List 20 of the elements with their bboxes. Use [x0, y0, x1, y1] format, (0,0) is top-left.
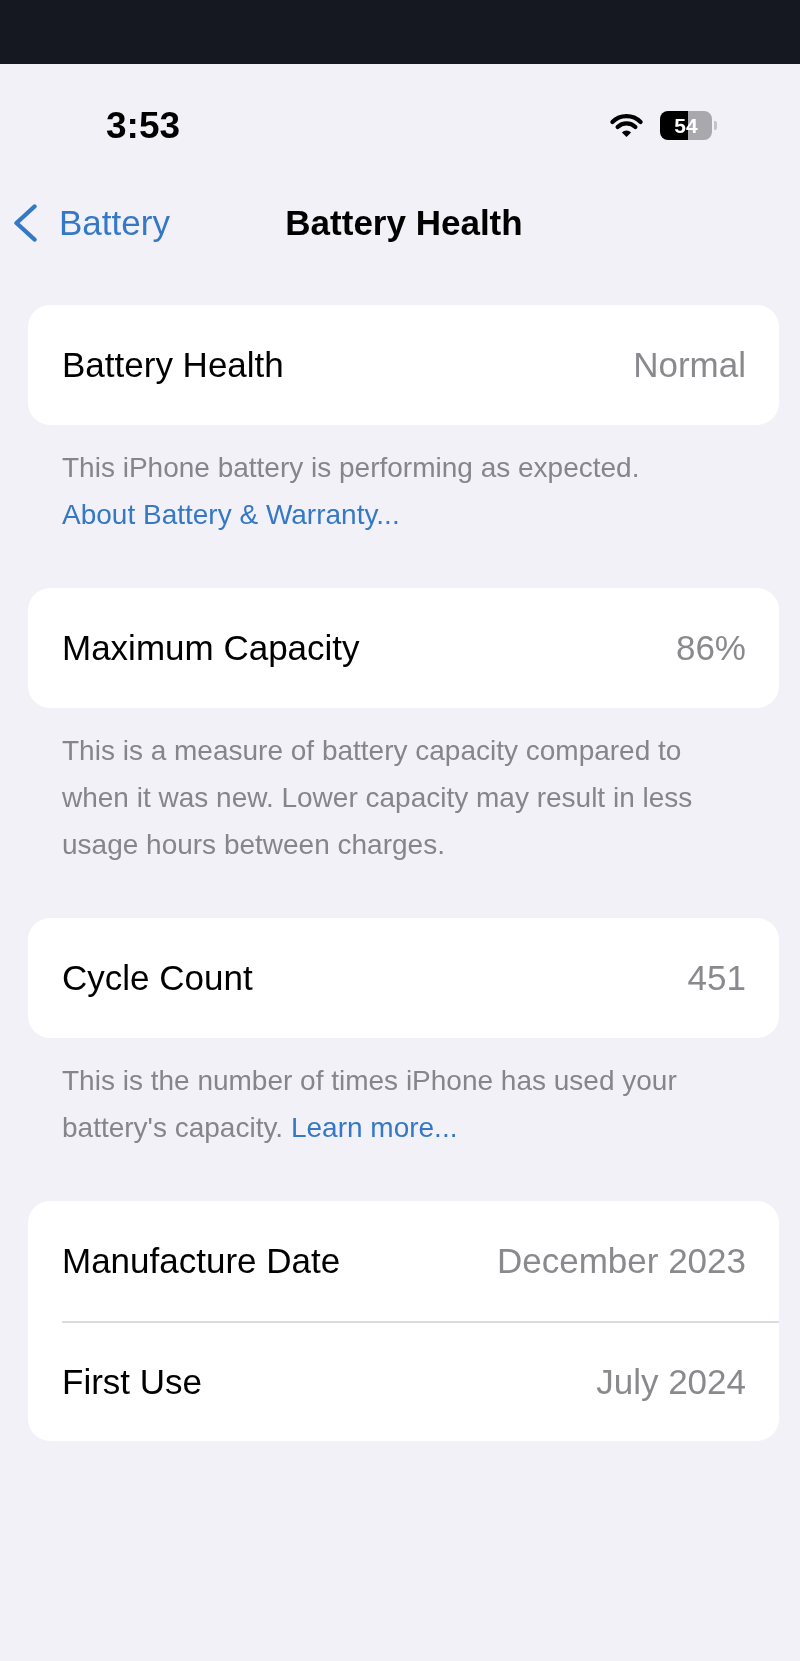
footer-note: This is the number of times iPhone has used your battery's capacity. Learn more... — [62, 1064, 678, 1145]
status-time: 3:53 — [106, 106, 181, 144]
back-button[interactable]: Battery — [0, 202, 170, 244]
footer-link[interactable]: Learn more... — [290, 1112, 458, 1143]
row-label: Maximum Capacity — [62, 628, 360, 668]
row-label: Manufacture Date — [62, 1241, 341, 1281]
row-value: Normal — [633, 345, 746, 385]
row-value: July 2024 — [596, 1362, 746, 1402]
footer-note: This iPhone battery is performing as expected. About Battery & Warranty... — [62, 451, 641, 532]
row-label: Cycle Count — [62, 958, 253, 998]
row-value: 86% — [675, 628, 746, 668]
row-value: 451 — [687, 958, 746, 998]
row-label: Battery Health — [62, 345, 284, 385]
footer-link[interactable]: About Battery & Warranty... — [62, 499, 400, 530]
nav-title: Battery Health — [285, 202, 523, 244]
chevron-left-icon — [13, 204, 38, 242]
row-value: December 2023 — [496, 1241, 746, 1281]
row-label: First Use — [62, 1362, 202, 1402]
wifi-icon — [609, 112, 644, 138]
footer-note: This is a measure of battery capacity compared to when it was new. Lower capacity may result in less usage hours between charges. — [62, 734, 694, 862]
